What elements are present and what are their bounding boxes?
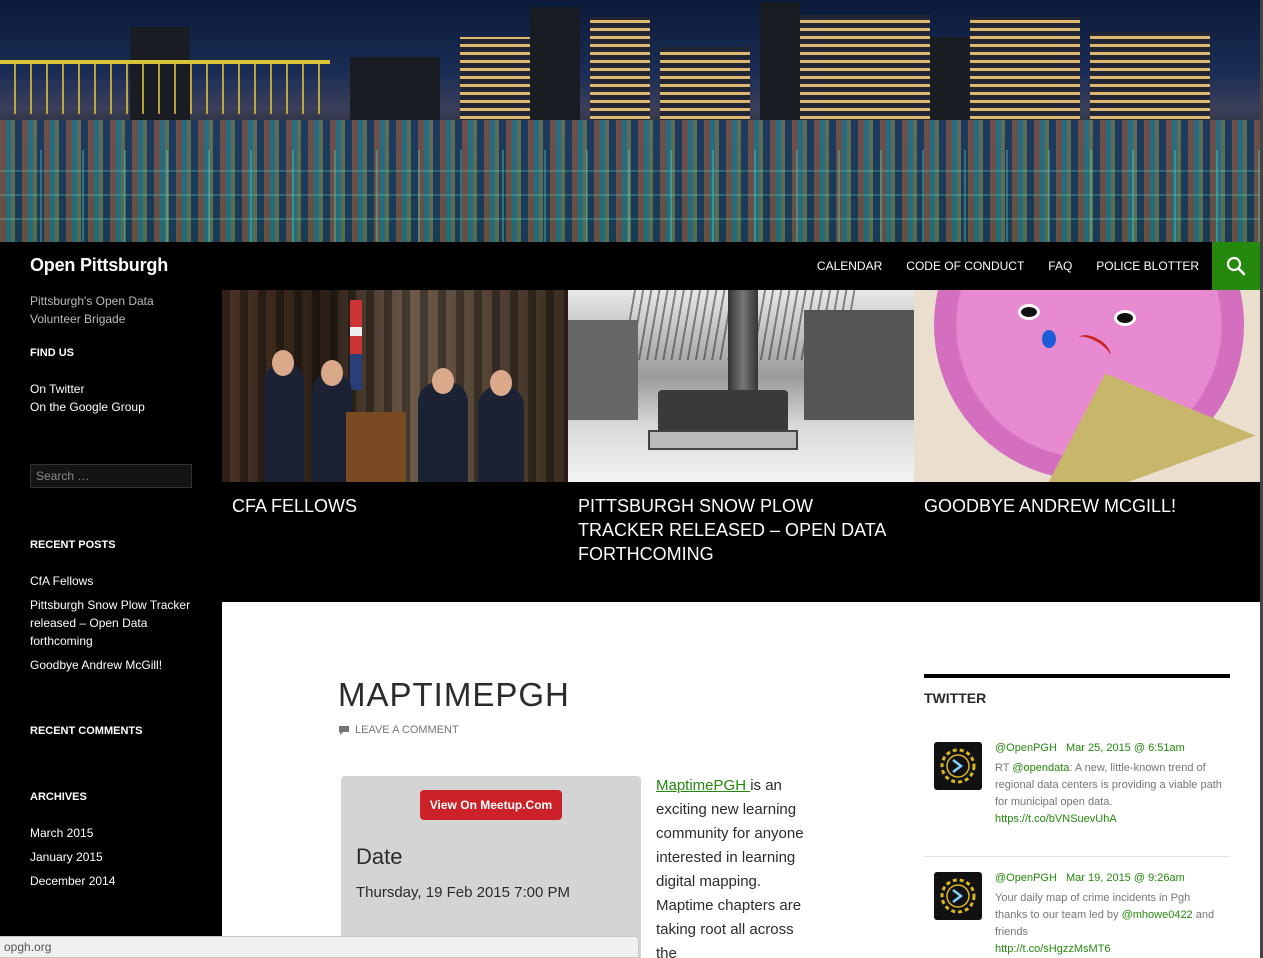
nav-item-calendar[interactable]: CALENDAR: [805, 242, 894, 290]
post-body-text: is an exciting new learning community fo…: [656, 777, 804, 958]
recent-post-link[interactable]: Pittsburgh Snow Plow Tracker released – …: [30, 596, 200, 650]
nav-item-police-blotter[interactable]: POLICE BLOTTER: [1084, 242, 1211, 290]
find-us-google-group-link[interactable]: On the Google Group: [30, 398, 200, 416]
tweet-mention-link[interactable]: @mhowe0422: [1122, 909, 1193, 921]
open-pgh-logo-icon: [940, 878, 976, 914]
featured-post[interactable]: PITTSBURGH SNOW PLOW TRACKER RELEASED – …: [568, 290, 914, 602]
featured-post-title[interactable]: PITTSBURGH SNOW PLOW TRACKER RELEASED – …: [578, 494, 898, 566]
view-on-meetup-button[interactable]: View On Meetup.Com: [420, 790, 562, 820]
tweet-user-link[interactable]: @OpenPGH: [995, 872, 1057, 884]
tweet-url-link[interactable]: http://t.co/sHgzzMsMT6: [995, 943, 1111, 955]
archives-title: ARCHIVES: [30, 791, 87, 803]
archive-link[interactable]: December 2014: [30, 872, 200, 890]
search-icon: [1226, 256, 1246, 276]
event-date-label: Date: [356, 844, 403, 869]
search-toggle-button[interactable]: [1212, 242, 1260, 290]
tweet-mention-link[interactable]: @opendata: [1012, 762, 1069, 774]
avatar[interactable]: [934, 742, 982, 790]
archive-link[interactable]: March 2015: [30, 824, 200, 842]
event-date-value: Thursday, 19 Feb 2015 7:00 PM: [356, 884, 571, 901]
find-us-title: FIND US: [30, 347, 74, 359]
featured-post[interactable]: CFA FELLOWS: [222, 290, 568, 602]
recent-comments-title: RECENT COMMENTS: [30, 725, 143, 737]
leave-comment-link[interactable]: LEAVE A COMMENT: [338, 724, 459, 736]
site-tagline: Pittsburgh's Open Data Volunteer Brigade: [30, 294, 154, 326]
featured-thumbnail[interactable]: [914, 290, 1260, 482]
tweet-text: Your daily map of crime incidents in Pgh…: [995, 890, 1225, 958]
browser-status-bar: opgh.org: [0, 936, 639, 958]
featured-post-title[interactable]: GOODBYE ANDREW MCGILL!: [924, 494, 1244, 518]
featured-thumbnail[interactable]: [222, 290, 568, 482]
nav-item-faq[interactable]: FAQ: [1036, 242, 1084, 290]
tweet-text: RT @opendata: A new, little-known trend …: [995, 760, 1225, 828]
tweet-item: @OpenPGH Mar 19, 2015 @ 9:26am Your dail…: [924, 872, 1230, 958]
tweet-meta: @OpenPGH Mar 25, 2015 @ 6:51am: [995, 742, 1191, 754]
avatar[interactable]: [934, 872, 982, 920]
recent-posts-title: RECENT POSTS: [30, 539, 116, 551]
tweet-user-link[interactable]: @OpenPGH: [995, 742, 1057, 754]
tweet-text-part: RT: [995, 762, 1013, 774]
archive-link[interactable]: January 2015: [30, 848, 200, 866]
header-banner-image: [0, 0, 1263, 242]
tweet-meta: @OpenPGH Mar 19, 2015 @ 9:26am: [995, 872, 1191, 884]
maptimepgh-link[interactable]: MaptimePGH: [656, 777, 750, 794]
featured-post-title[interactable]: CFA FELLOWS: [232, 494, 552, 518]
primary-menu: CALENDAR CODE OF CONDUCT FAQ POLICE BLOT…: [805, 242, 1211, 290]
comment-icon: [339, 725, 349, 735]
meetup-event-box: View On Meetup.Com Date Thursday, 19 Feb…: [341, 776, 641, 958]
top-navbar: Open Pittsburgh CALENDAR CODE OF CONDUCT…: [0, 242, 1263, 290]
left-sidebar: Pittsburgh's Open Data Volunteer Brigade…: [0, 290, 222, 958]
tweet-url-link[interactable]: https://t.co/bVNSuevUhA: [995, 813, 1117, 825]
open-pgh-logo-icon: [940, 748, 976, 784]
twitter-widget-title: TWITTER: [924, 690, 987, 706]
nav-item-code-of-conduct[interactable]: CODE OF CONDUCT: [894, 242, 1036, 290]
post-title[interactable]: MAPTIMEPGH: [338, 676, 570, 714]
tweet-time-link[interactable]: Mar 19, 2015 @ 9:26am: [1066, 872, 1185, 884]
featured-thumbnail[interactable]: [568, 290, 914, 482]
tweet-divider: [924, 856, 1230, 857]
sidebar-search-input[interactable]: Search …: [30, 464, 192, 488]
post-body: MaptimePGH is an exciting new learning c…: [656, 774, 816, 958]
recent-post-link[interactable]: CfA Fellows: [30, 572, 200, 590]
find-us-twitter-link[interactable]: On Twitter: [30, 380, 200, 398]
recent-post-link[interactable]: Goodbye Andrew McGill!: [30, 656, 200, 674]
widget-divider: [924, 674, 1230, 678]
featured-posts: CFA FELLOWS PITTSBURGH SNOW PLOW TRACKER…: [222, 290, 1260, 602]
tweet-item: @OpenPGH Mar 25, 2015 @ 6:51am RT @opend…: [924, 742, 1230, 862]
leave-comment-label: LEAVE A COMMENT: [355, 724, 459, 736]
featured-post[interactable]: GOODBYE ANDREW MCGILL!: [914, 290, 1260, 602]
tweet-time-link[interactable]: Mar 25, 2015 @ 6:51am: [1066, 742, 1185, 754]
site-title-link[interactable]: Open Pittsburgh: [30, 255, 168, 276]
main-content: MAPTIMEPGH LEAVE A COMMENT View On Meetu…: [222, 602, 1260, 958]
bridge-graphic: [0, 60, 330, 115]
